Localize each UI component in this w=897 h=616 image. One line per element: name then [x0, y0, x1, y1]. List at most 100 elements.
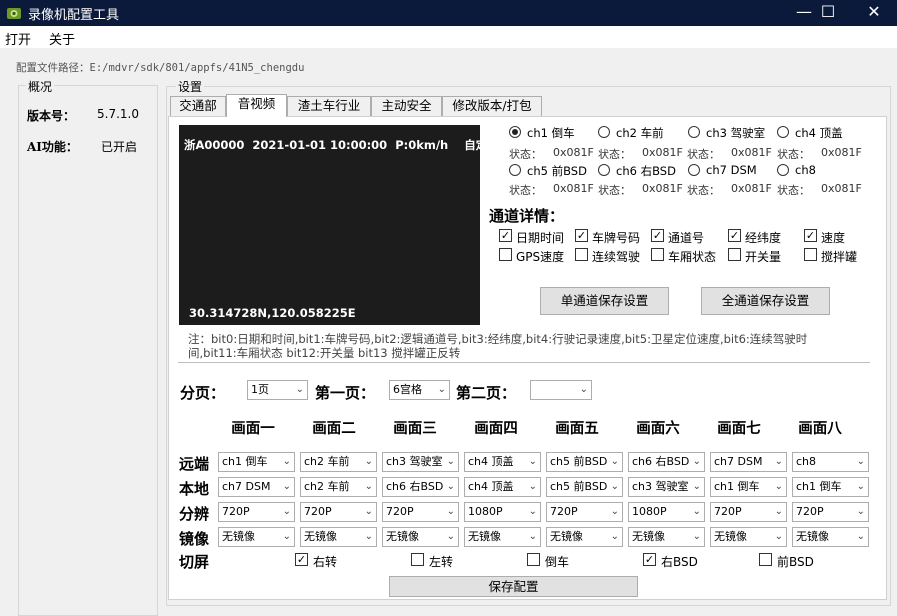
remote-select[interactable]: ch7 DSM ⌄ — [710, 452, 787, 472]
resolution-select[interactable]: 720P ⌄ — [218, 502, 295, 522]
radio-ch4[interactable] — [777, 126, 789, 138]
switch-left-turn-check[interactable] — [411, 553, 424, 566]
mirror-select[interactable]: 无镜像 ⌄ — [710, 527, 787, 547]
osd-top-text: 浙A00000 2021-01-01 10:00:00 P:0km/h 自定义 — [184, 138, 499, 152]
radio-ch5[interactable] — [509, 164, 521, 176]
tab-traffic[interactable]: 交通部 — [170, 96, 226, 116]
menu-about[interactable]: 关于 — [49, 29, 75, 48]
mirror-value: 无镜像 — [222, 530, 255, 543]
mirror-value: 无镜像 — [714, 530, 747, 543]
close-button[interactable]: ✕ — [851, 0, 897, 26]
switch-right-turn-check[interactable] — [295, 553, 308, 566]
local-select[interactable]: ch2 车前 ⌄ — [300, 477, 377, 497]
resolution-value: 1080P — [632, 505, 667, 518]
resolution-select[interactable]: 720P ⌄ — [710, 502, 787, 522]
check-switch[interactable] — [728, 248, 741, 261]
page1-label: 第一页： — [315, 384, 376, 402]
remote-select[interactable]: ch5 前BSD ⌄ — [546, 452, 623, 472]
mirror-select[interactable]: 无镜像 ⌄ — [300, 527, 377, 547]
check-speed[interactable] — [804, 229, 817, 242]
local-select[interactable]: ch5 前BSD ⌄ — [546, 477, 623, 497]
resolution-select[interactable]: 720P ⌄ — [382, 502, 459, 522]
tab-version-pack[interactable]: 修改版本/打包 — [442, 96, 542, 116]
resolution-select[interactable]: 720P ⌄ — [300, 502, 377, 522]
check-mixer[interactable] — [804, 248, 817, 261]
status-value: 0x081F — [642, 182, 683, 195]
chevron-down-icon: ⌄ — [856, 456, 865, 467]
paging-select[interactable]: 1页 ⌄ — [247, 380, 308, 400]
radio-ch7[interactable] — [688, 164, 700, 176]
check-cargo-state[interactable] — [651, 248, 664, 261]
page2-select[interactable]: ⌄ — [530, 380, 592, 400]
mirror-select[interactable]: 无镜像 ⌄ — [792, 527, 869, 547]
maximize-button[interactable]: ☐ — [805, 0, 851, 26]
remote-select[interactable]: ch1 倒车 ⌄ — [218, 452, 295, 472]
remote-select[interactable]: ch2 车前 ⌄ — [300, 452, 377, 472]
radio-ch6[interactable] — [598, 164, 610, 176]
local-select[interactable]: ch1 倒车 ⌄ — [792, 477, 869, 497]
check-gps-speed[interactable] — [499, 248, 512, 261]
status-value: 0x081F — [553, 146, 594, 159]
overview-title: 概况 — [26, 78, 55, 95]
mirror-value: 无镜像 — [632, 530, 665, 543]
check-continuous-driving[interactable] — [575, 248, 588, 261]
remote-select[interactable]: ch6 右BSD ⌄ — [628, 452, 705, 472]
chevron-down-icon: ⌄ — [446, 456, 455, 467]
status-label: 状态： — [509, 184, 542, 197]
switch-front-bsd-check[interactable] — [759, 553, 772, 566]
chevron-down-icon: ⌄ — [437, 384, 446, 395]
tab-muck-truck[interactable]: 渣土车行业 — [287, 96, 371, 116]
remote-select[interactable]: ch3 驾驶室 ⌄ — [382, 452, 459, 472]
mirror-select[interactable]: 无镜像 ⌄ — [218, 527, 295, 547]
overview-group — [18, 85, 158, 616]
local-select[interactable]: ch4 顶盖 ⌄ — [464, 477, 541, 497]
save-all-channels-button[interactable]: 全通道保存设置 — [701, 287, 830, 315]
resolution-select[interactable]: 1080P ⌄ — [464, 502, 541, 522]
channel-label: ch6 右BSD — [616, 164, 676, 178]
switch-right-bsd-check[interactable] — [643, 553, 656, 566]
local-select[interactable]: ch7 DSM ⌄ — [218, 477, 295, 497]
check-channel-no[interactable] — [651, 229, 664, 242]
save-single-channel-button[interactable]: 单通道保存设置 — [540, 287, 669, 315]
page1-value: 6宫格 — [393, 383, 422, 396]
chevron-down-icon: ⌄ — [364, 506, 373, 517]
check-label: GPS速度 — [516, 250, 565, 264]
tab-active-safety[interactable]: 主动安全 — [371, 96, 442, 116]
status-value: 0x081F — [553, 182, 594, 195]
remote-value: ch4 顶盖 — [468, 455, 514, 468]
channel-label: ch2 车前 — [616, 126, 664, 140]
osd-gps-text: 30.314728N,120.058225E — [189, 306, 356, 320]
local-value: ch3 驾驶室 — [632, 480, 689, 493]
resolution-select[interactable]: 1080P ⌄ — [628, 502, 705, 522]
menu-open[interactable]: 打开 — [5, 29, 31, 48]
save-config-button[interactable]: 保存配置 — [389, 576, 638, 597]
mirror-select[interactable]: 无镜像 ⌄ — [628, 527, 705, 547]
mirror-select[interactable]: 无镜像 ⌄ — [382, 527, 459, 547]
check-datetime[interactable] — [499, 229, 512, 242]
radio-ch8[interactable] — [777, 164, 789, 176]
mirror-select[interactable]: 无镜像 ⌄ — [546, 527, 623, 547]
radio-ch2[interactable] — [598, 126, 610, 138]
remote-select[interactable]: ch8 ⌄ — [792, 452, 869, 472]
resolution-value: 720P — [386, 505, 414, 518]
local-value: ch5 前BSD — [550, 480, 608, 493]
local-select[interactable]: ch6 右BSD ⌄ — [382, 477, 459, 497]
local-select[interactable]: ch3 驾驶室 ⌄ — [628, 477, 705, 497]
mirror-select[interactable]: 无镜像 ⌄ — [464, 527, 541, 547]
switch-reverse-check[interactable] — [527, 553, 540, 566]
local-value: ch2 车前 — [304, 480, 350, 493]
radio-ch3[interactable] — [688, 126, 700, 138]
local-value: ch4 顶盖 — [468, 480, 514, 493]
remote-select[interactable]: ch4 顶盖 ⌄ — [464, 452, 541, 472]
resolution-select[interactable]: 720P ⌄ — [792, 502, 869, 522]
check-label: 通道号 — [668, 231, 705, 245]
check-plate[interactable] — [575, 229, 588, 242]
check-latlng[interactable] — [728, 229, 741, 242]
local-select[interactable]: ch1 倒车 ⌄ — [710, 477, 787, 497]
resolution-select[interactable]: 720P ⌄ — [546, 502, 623, 522]
screen-header: 画面五 — [555, 420, 599, 437]
tab-audio-video[interactable]: 音视频 — [226, 94, 287, 117]
chevron-down-icon: ⌄ — [610, 531, 619, 542]
radio-ch1[interactable] — [509, 126, 521, 138]
page1-select[interactable]: 6宫格 ⌄ — [389, 380, 450, 400]
